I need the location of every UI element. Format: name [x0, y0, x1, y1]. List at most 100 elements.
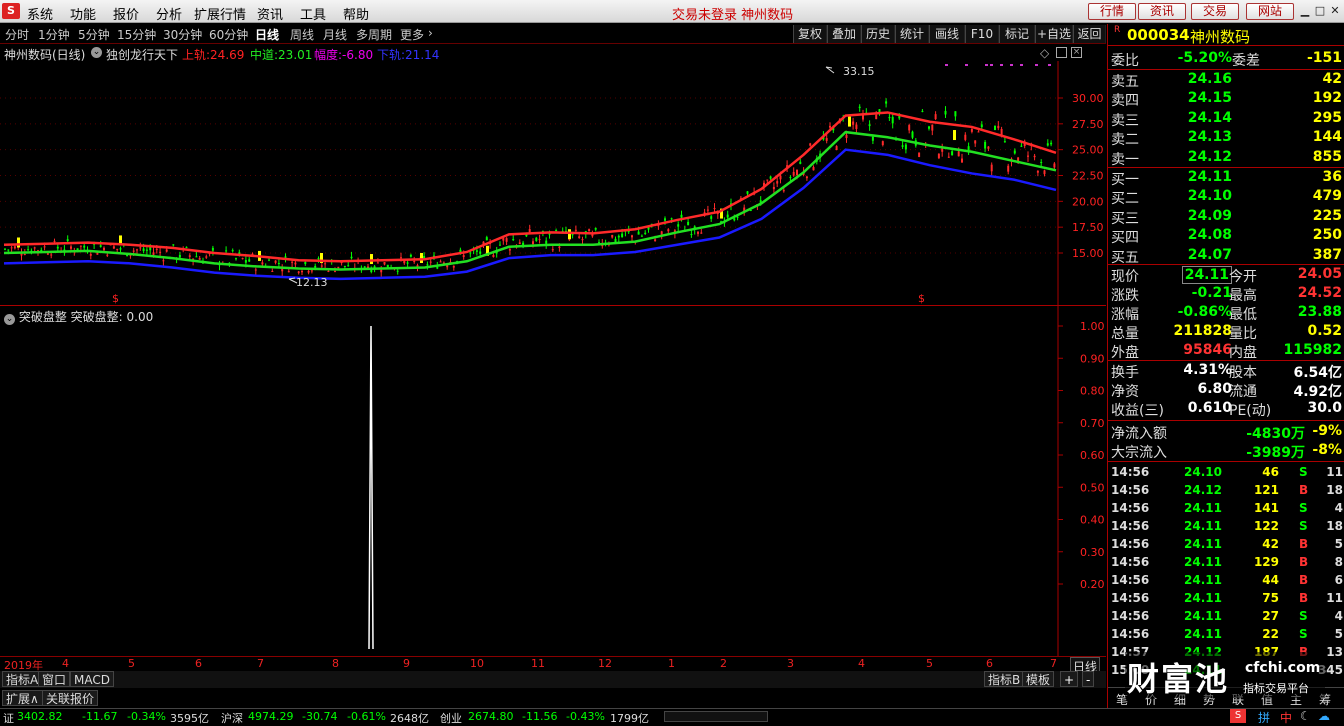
order-book-row[interactable]: 买五 24.07 387: [1108, 247, 1344, 266]
tf-5min[interactable]: 5分钟: [78, 26, 110, 43]
market-button[interactable]: 行情: [1088, 3, 1136, 20]
level-price: 24.07: [1187, 246, 1232, 263]
market-breadth-bars[interactable]: [664, 711, 768, 722]
candle-body: [205, 256, 208, 258]
candle-body: [139, 247, 142, 249]
tool-f10[interactable]: F10: [965, 25, 999, 43]
order-book-row[interactable]: 买三 24.09 225: [1108, 208, 1344, 227]
tab-template[interactable]: 模板: [1022, 671, 1055, 687]
tf-more[interactable]: 更多: [400, 26, 424, 43]
tf-monthly[interactable]: 月线: [323, 26, 347, 43]
tool-draw[interactable]: 画线: [929, 25, 965, 43]
cy-index[interactable]: 2674.80: [468, 710, 514, 723]
menu-item-function[interactable]: 功能: [70, 4, 96, 23]
tray-moon-icon[interactable]: ☾: [1300, 709, 1311, 723]
tf-weekly[interactable]: 周线: [290, 26, 314, 43]
order-book-row[interactable]: 卖三 24.14 295: [1108, 110, 1344, 129]
tool-mark[interactable]: 标记: [999, 25, 1035, 43]
candle-body: [1043, 170, 1046, 175]
zoom-in-icon[interactable]: +: [1060, 671, 1079, 687]
order-book-row[interactable]: 卖二 24.13 144: [1108, 129, 1344, 148]
main-kline-chart[interactable]: 15.00 17.50 20.00 22.50 25.00 27.50 30.00 33.1…: [0, 61, 1106, 306]
trade-tick-row[interactable]: 14:56 24.11 122 S 18: [1108, 519, 1344, 537]
tf-15min[interactable]: 15分钟: [117, 26, 156, 43]
tick-time: 14:56: [1111, 537, 1150, 551]
tab-macd[interactable]: MACD: [70, 671, 114, 687]
panel-maximize-icon[interactable]: [1056, 47, 1067, 58]
indicator-tick-label: 0.40: [1080, 514, 1105, 527]
tool-back[interactable]: 返回: [1073, 25, 1106, 43]
trade-tick-row[interactable]: 14:56 24.12 121 B 18: [1108, 483, 1344, 501]
menu-item-quote[interactable]: 报价: [113, 4, 139, 23]
tf-multi[interactable]: 多周期: [356, 26, 392, 43]
minimize-icon[interactable]: ▁: [1298, 4, 1312, 18]
price-tick-label: 17.50: [1072, 221, 1104, 234]
tray-pinyin-icon[interactable]: 拼: [1258, 709, 1270, 726]
candle-body: [469, 252, 472, 254]
trade-tick-row[interactable]: 14:56 24.11 27 S 4: [1108, 609, 1344, 627]
candle-body: [56, 246, 59, 249]
maximize-icon[interactable]: □: [1313, 4, 1327, 18]
tool-stats[interactable]: 统计: [895, 25, 929, 43]
tool-overlay[interactable]: 叠加: [827, 25, 861, 43]
close-icon[interactable]: ✕: [1328, 4, 1342, 18]
tab-window[interactable]: 窗口: [38, 671, 71, 687]
candle-body: [136, 249, 138, 251]
indicator-toggle-icon[interactable]: ⌄: [91, 47, 102, 58]
order-book-row[interactable]: 买四 24.08 250: [1108, 227, 1344, 246]
trade-tick-row[interactable]: 14:56 24.10 46 S 11: [1108, 465, 1344, 483]
high-annotation: 33.15: [843, 65, 875, 78]
tf-30min[interactable]: 30分钟: [163, 26, 202, 43]
candle-body: [416, 265, 419, 267]
order-book-row[interactable]: 卖五 24.16 42: [1108, 71, 1344, 90]
flow-label: 大宗流入: [1111, 445, 1167, 461]
trade-tick-row[interactable]: 14:56 24.11 42 B 5: [1108, 537, 1344, 555]
menu-item-info[interactable]: 资讯: [257, 4, 283, 23]
order-book-row[interactable]: 卖四 24.15 192: [1108, 90, 1344, 109]
candle-body: [66, 239, 69, 241]
tab-extend[interactable]: 扩展∧: [2, 690, 43, 706]
chevron-right-icon[interactable]: ›: [428, 26, 433, 40]
trade-tick-row[interactable]: 14:56 24.11 22 S 5: [1108, 627, 1344, 645]
menu-item-analysis[interactable]: 分析: [156, 4, 182, 23]
upper-value: 24.69: [210, 48, 245, 62]
tray-cn-icon[interactable]: 中: [1280, 709, 1292, 726]
tool-adjust[interactable]: 复权: [793, 25, 827, 43]
order-book-row[interactable]: 买二 24.10 479: [1108, 188, 1344, 207]
sz-index[interactable]: 4974.29: [248, 710, 294, 723]
zoom-out-icon[interactable]: -: [1082, 671, 1095, 687]
sh-index[interactable]: 3402.82: [17, 710, 63, 723]
tab-related-quote[interactable]: 关联报价: [42, 690, 99, 706]
candle-body: [4, 248, 6, 250]
tool-history[interactable]: 历史: [861, 25, 895, 43]
tool-add-watch[interactable]: +自选: [1035, 25, 1073, 43]
menu-item-ext-market[interactable]: 扩展行情: [194, 4, 246, 23]
order-book-row[interactable]: 买一 24.11 36: [1108, 169, 1344, 188]
trade-tick-row[interactable]: 14:56 24.11 141 S 4: [1108, 501, 1344, 519]
tab-indicator-a[interactable]: 指标A: [2, 671, 43, 687]
tab-indicator-b[interactable]: 指标B: [984, 671, 1025, 687]
order-book-row[interactable]: 卖一 24.12 855: [1108, 149, 1344, 168]
menu-item-system[interactable]: 系统: [27, 4, 53, 23]
candle-body: [492, 255, 495, 257]
trade-tick-row[interactable]: 14:56 24.11 44 B 6: [1108, 573, 1344, 591]
tf-daily[interactable]: 日线: [255, 26, 279, 43]
menu-item-help[interactable]: 帮助: [343, 4, 369, 23]
tray-cloud-icon[interactable]: ☁: [1318, 709, 1330, 723]
tf-1min[interactable]: 1分钟: [38, 26, 70, 43]
trade-button[interactable]: 交易: [1191, 3, 1239, 20]
tray-s-icon[interactable]: S: [1230, 709, 1246, 723]
tf-intraday[interactable]: 分时: [5, 26, 29, 43]
menu-item-tools[interactable]: 工具: [300, 4, 326, 23]
trade-tick-row[interactable]: 14:56 24.11 75 B 11: [1108, 591, 1344, 609]
website-button[interactable]: 网站: [1246, 3, 1294, 20]
panel-close-icon[interactable]: ×: [1071, 47, 1082, 58]
tick-side: B: [1299, 555, 1309, 569]
info-button[interactable]: 资讯: [1138, 3, 1186, 20]
trade-tick-row[interactable]: 14:56 24.11 129 B 8: [1108, 555, 1344, 573]
tf-60min[interactable]: 60分钟: [209, 26, 248, 43]
breakout-indicator-chart[interactable]: 0.20 0.30 0.40 0.50 0.60 0.70 0.80 0.90 1.00: [0, 306, 1106, 656]
level-price: 24.14: [1187, 109, 1232, 126]
diamond-icon[interactable]: ◇: [1040, 46, 1049, 60]
candle-body: [268, 259, 270, 261]
